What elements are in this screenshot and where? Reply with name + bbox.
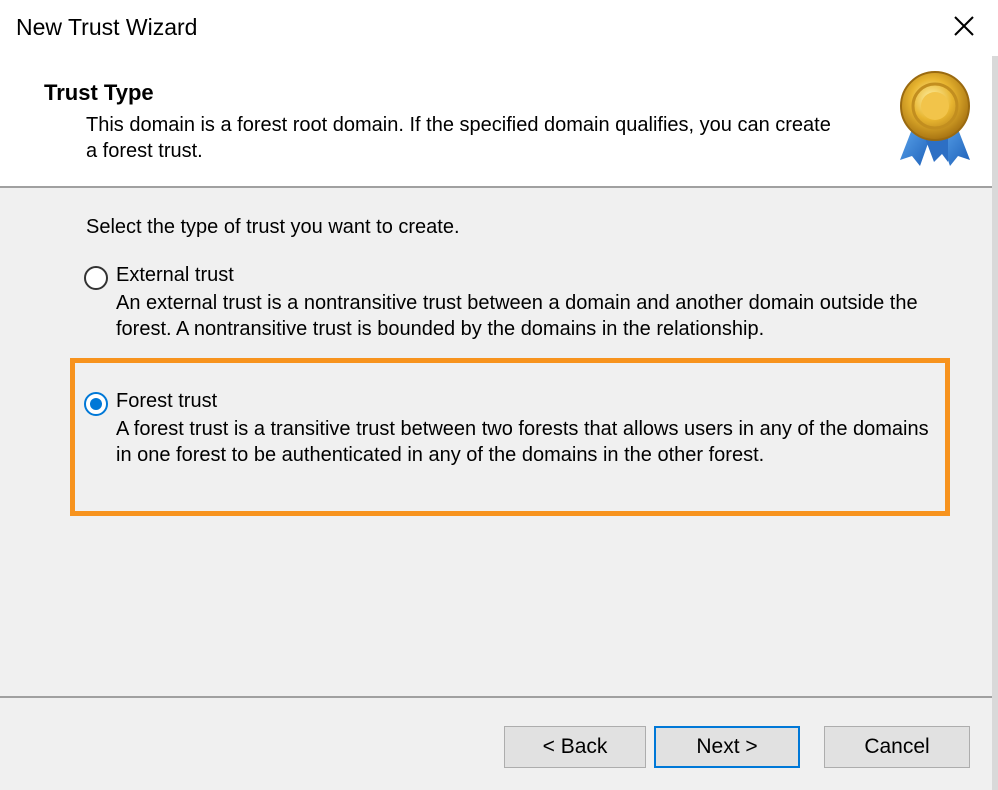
external-trust-option: External trust An external trust is a no… bbox=[84, 264, 944, 344]
title-bar: New Trust Wizard bbox=[0, 0, 998, 56]
page-heading: Trust Type bbox=[44, 80, 154, 105]
back-button[interactable]: < Back bbox=[504, 726, 646, 768]
close-button[interactable] bbox=[942, 8, 986, 48]
award-ribbon-icon bbox=[900, 71, 970, 166]
forest-trust-description: A forest trust is a transitive trust bet… bbox=[116, 418, 929, 466]
external-trust-radio[interactable] bbox=[84, 266, 108, 290]
forest-trust-radio[interactable] bbox=[84, 392, 108, 416]
cancel-button[interactable]: Cancel bbox=[824, 726, 970, 768]
external-trust-description: An external trust is a nontransitive tru… bbox=[116, 292, 918, 340]
wizard-header: Trust Type This domain is a forest root … bbox=[0, 56, 998, 186]
prompt-text: Select the type of trust you want to cre… bbox=[86, 216, 460, 238]
close-icon bbox=[954, 16, 974, 36]
next-button[interactable]: Next > bbox=[654, 726, 800, 768]
forest-trust-label[interactable]: Forest trust bbox=[116, 390, 217, 413]
window-edge bbox=[992, 56, 998, 790]
external-trust-label[interactable]: External trust bbox=[116, 264, 234, 287]
page-subtext: This domain is a forest root domain. If … bbox=[86, 114, 831, 162]
window-title: New Trust Wizard bbox=[16, 14, 198, 40]
forest-trust-option: Forest trust A forest trust is a transit… bbox=[84, 390, 944, 470]
wizard-content: Select the type of trust you want to cre… bbox=[0, 188, 998, 698]
wizard-footer: < Back Next > Cancel bbox=[0, 698, 998, 790]
